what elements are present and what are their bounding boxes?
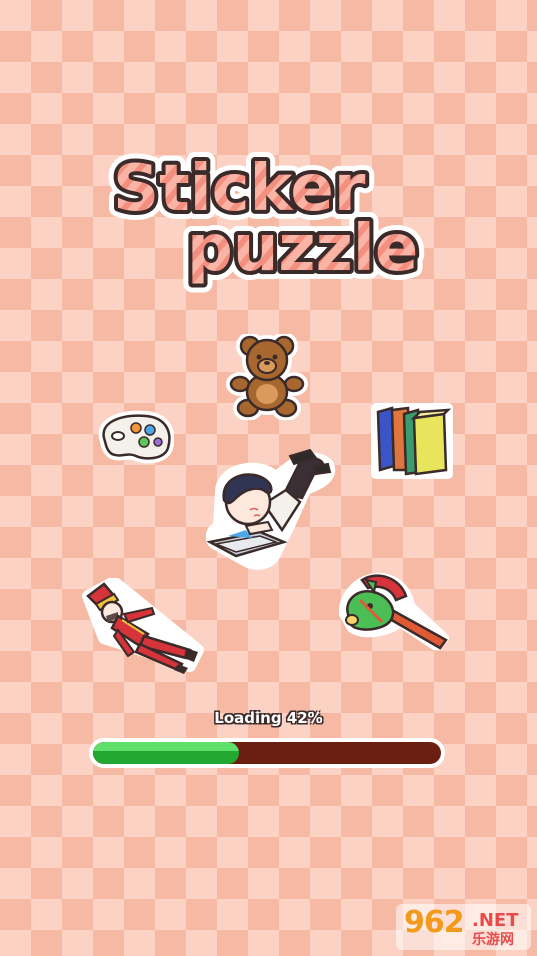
hobby-horse-icon: [338, 572, 449, 650]
watermark-number: 962: [404, 905, 465, 940]
loading-progress-bar: [89, 738, 445, 768]
title-line2-fill: puzzle: [187, 212, 418, 286]
site-watermark-logo: 962 .NET 乐游网: [396, 904, 531, 950]
books-icon: [371, 403, 453, 479]
watermark-net: .NET: [472, 910, 519, 931]
paint-palette-icon: [98, 410, 174, 464]
boy-reading-icon: [206, 448, 336, 570]
progress-track: [93, 742, 441, 764]
toy-soldier-icon: [82, 578, 204, 674]
loading-label: Loading 42%: [214, 709, 323, 727]
teddy-bear-icon: [226, 334, 308, 420]
progress-fill: [93, 742, 240, 764]
game-title-logo: Sticker Sticker Sticker puzzle puzzle pu…: [104, 143, 427, 295]
watermark-cn: 乐游网: [472, 932, 514, 948]
